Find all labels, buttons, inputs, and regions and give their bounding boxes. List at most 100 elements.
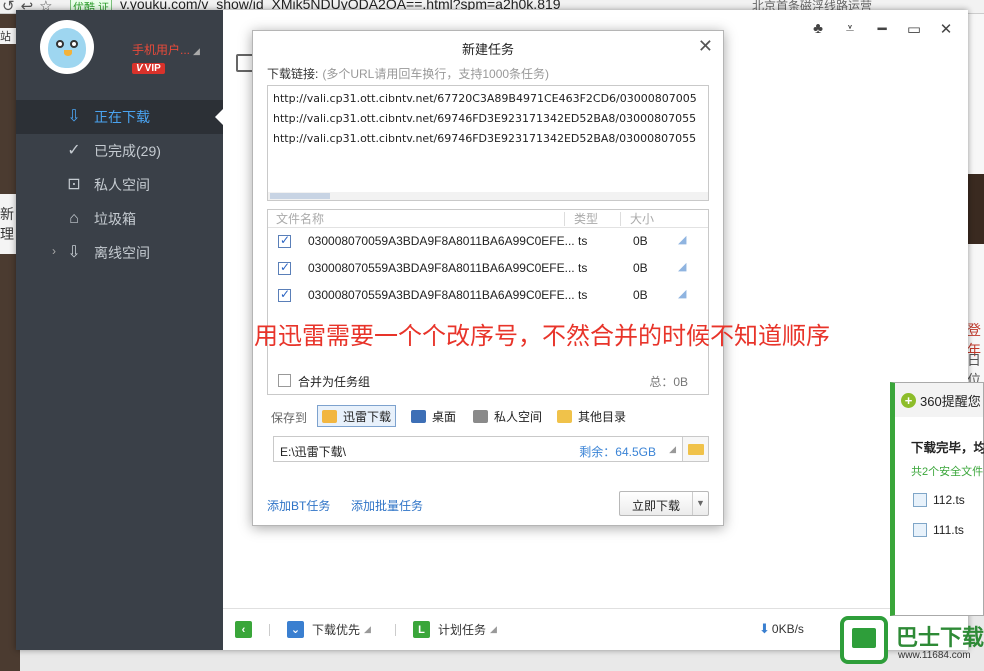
lock-icon: ⊡ [67, 176, 81, 193]
url-line: http://vali.cp31.ott.cibntv.net/67720C3A… [273, 92, 697, 105]
folder-icon [557, 409, 572, 423]
merge-label: 合并为任务组 [298, 375, 371, 389]
caret-icon: ◢ [193, 46, 200, 56]
download-now-label: 立即下载 [632, 499, 681, 513]
save-option-label: 桌面 [432, 409, 457, 424]
notification-header: + 360提醒您 [895, 383, 983, 417]
watermark-name: 巴士下载 [896, 625, 984, 650]
save-path-field[interactable]: E:\迅雷下载\ 剩余：64.5GB ◢ [273, 436, 709, 462]
save-path-value: E:\迅雷下载\ [280, 445, 347, 459]
tv-logo-icon [840, 616, 888, 664]
background-page-right: 登年 日位 [966, 14, 984, 388]
file-row[interactable]: 030008070559A3BDA9F8A8011BA6A99C0EFE... … [268, 282, 708, 309]
notification-title: 下载完毕，均 [911, 441, 984, 455]
chevron-right-icon[interactable]: › [52, 244, 56, 258]
scheduled-task-button[interactable]: L 计划任务 ◢ [413, 621, 497, 638]
file-type: ts [578, 234, 588, 248]
trash-icon: ⌂ [69, 210, 79, 227]
download-now-button[interactable]: 立即下载 ▼ [619, 491, 709, 516]
column-name[interactable]: 文件名称 [276, 210, 324, 227]
sidebar-item-label: 离线空间 [94, 245, 150, 261]
save-option-desktop[interactable]: 桌面 [407, 405, 460, 427]
menu-icon[interactable]: ⩡ [840, 20, 860, 38]
save-option-label: 迅雷下载 [343, 409, 392, 424]
sidebar-item-label: 垃圾箱 [94, 211, 136, 227]
minimize-icon[interactable]: ━ [872, 20, 892, 38]
folder-icon [322, 409, 337, 423]
speed-value: 0KB/s [771, 622, 804, 636]
caret-icon[interactable]: ◢ [669, 444, 676, 455]
sidebar-item-offline-space[interactable]: › ⇩ 离线空间 [16, 236, 223, 270]
file-checkbox[interactable] [278, 260, 291, 275]
speed-down-icon: ⬇ [759, 621, 770, 636]
add-batch-task-link[interactable]: 添加批量任务 [351, 497, 423, 514]
file-type: ts [578, 261, 588, 275]
notification-file[interactable]: 112.ts [913, 493, 965, 507]
rename-icon[interactable]: ◢ [678, 233, 686, 246]
cloud-icon: ⇩ [67, 244, 81, 261]
save-to-label: 保存到 [271, 411, 308, 425]
schedule-icon: L [413, 621, 430, 638]
notification-file-name: 111.ts [933, 523, 964, 537]
url-textarea[interactable]: http://vali.cp31.ott.cibntv.net/67720C3A… [267, 85, 709, 201]
vip-label: VIP [144, 63, 161, 74]
maximize-icon[interactable]: ▭ [904, 20, 924, 38]
video-file-icon [913, 523, 927, 537]
file-name: 030008070559A3BDA9F8A8011BA6A99C0EFE... [308, 261, 575, 275]
save-location-row: 保存到 迅雷下载 桌面 私人空间 其他目录 [267, 403, 717, 427]
360-logo-icon: + [901, 392, 916, 408]
add-bt-task-link[interactable]: 添加BT任务 [267, 497, 330, 514]
file-list-header: 文件名称 类型 大小 [268, 210, 708, 228]
dialog-title: 新建任务 [461, 42, 514, 57]
column-type[interactable]: 类型 [574, 210, 598, 227]
link-label-text: 下载链接: [267, 67, 319, 81]
file-size: 0B [633, 234, 648, 248]
sidebar-item-private-space[interactable]: ⊡ 私人空间 [16, 168, 223, 202]
close-icon[interactable]: ✕ [936, 20, 956, 38]
column-size[interactable]: 大小 [630, 210, 654, 227]
file-row[interactable]: 030008070059A3BDA9F8A8011BA6A99C0EFE... … [268, 228, 708, 255]
chevron-left-icon: ‹ [235, 621, 252, 638]
avatar[interactable] [40, 20, 94, 74]
save-option-private[interactable]: 私人空间 [469, 405, 546, 427]
sidebar: 手机用户... ◢ V VIP ⇩ 正在下载 ✓ 已完成(29) ⊡ 私人空间 ⌂ … [16, 10, 223, 650]
new-task-dialog: 新建任务 ✕ 下载链接: (多个URL请用回车换行，支持1000条任务) http… [252, 30, 830, 526]
user-profile[interactable]: 手机用户... ◢ V VIP [40, 20, 200, 74]
priority-label: 下载优先 [312, 623, 361, 637]
notification-file[interactable]: 111.ts [913, 523, 964, 537]
username[interactable]: 手机用户... ◢ [132, 41, 200, 58]
file-type: ts [578, 288, 588, 302]
notification-header-text: 360提醒您 [920, 393, 981, 409]
download-icon: ⇩ [67, 108, 81, 125]
browse-folder-icon[interactable] [682, 437, 708, 461]
save-option-label: 其他目录 [578, 409, 627, 424]
collapse-sidebar-button[interactable]: ‹ [235, 621, 260, 638]
rename-icon[interactable]: ◢ [678, 287, 686, 300]
skin-icon[interactable]: ♣ [808, 20, 828, 38]
desktop-icon [411, 409, 426, 423]
sidebar-item-trash[interactable]: ⌂ 垃圾箱 [16, 202, 223, 236]
horizontal-scrollbar[interactable] [268, 192, 708, 200]
download-priority-button[interactable]: ⌄ 下载优先 ◢ [287, 621, 371, 638]
file-checkbox[interactable] [278, 233, 291, 248]
sidebar-item-downloading[interactable]: ⇩ 正在下载 [16, 100, 223, 134]
sidebar-item-label: 私人空间 [94, 177, 150, 193]
private-space-icon [473, 409, 488, 423]
caret-icon: ◢ [490, 624, 497, 634]
site-watermark: 巴士下载 www.11684.com [834, 612, 984, 671]
save-option-other[interactable]: 其他目录 [553, 405, 630, 427]
sidebar-menu: ⇩ 正在下载 ✓ 已完成(29) ⊡ 私人空间 ⌂ 垃圾箱 › ⇩ 离线空间 [16, 100, 223, 270]
sidebar-item-completed[interactable]: ✓ 已完成(29) [16, 134, 223, 168]
vip-badge: V VIP [132, 63, 165, 74]
window-controls: ♣ ⩡ ━ ▭ ✕ [808, 20, 956, 38]
security-notification: + 360提醒您 下载完毕，均 共2个安全文件 112.ts 111.ts [890, 382, 984, 616]
notification-file-name: 112.ts [933, 493, 965, 507]
file-row[interactable]: 030008070559A3BDA9F8A8011BA6A99C0EFE... … [268, 255, 708, 282]
close-icon[interactable]: ✕ [698, 36, 713, 57]
schedule-label: 计划任务 [438, 623, 487, 637]
merge-checkbox[interactable] [278, 374, 291, 387]
chevron-down-icon[interactable]: ▼ [692, 492, 708, 515]
save-option-thunder[interactable]: 迅雷下载 [317, 405, 397, 427]
file-checkbox[interactable] [278, 287, 291, 302]
rename-icon[interactable]: ◢ [678, 260, 686, 273]
